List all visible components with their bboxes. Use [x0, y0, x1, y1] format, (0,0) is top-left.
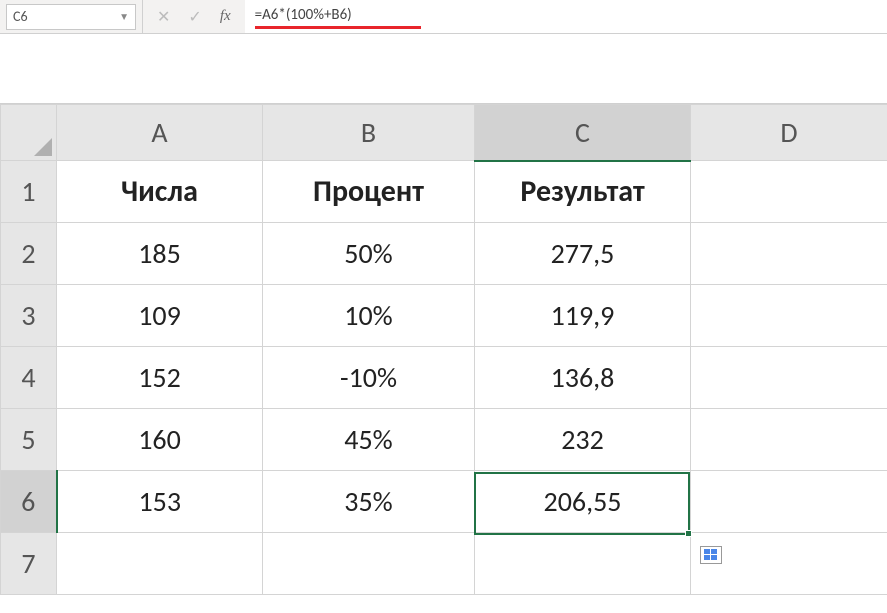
row-header-7[interactable]: 7	[1, 533, 57, 595]
cell-B3[interactable]: 10%	[263, 285, 475, 347]
cell-B2[interactable]: 50%	[263, 223, 475, 285]
row-header-6[interactable]: 6	[1, 471, 57, 533]
row-header-4[interactable]: 4	[1, 347, 57, 409]
formula-controls: ✕ ✓ fx	[142, 0, 245, 33]
cell-B6[interactable]: 35%	[263, 471, 475, 533]
cell-C3[interactable]: 119,9	[475, 285, 691, 347]
cell-C5[interactable]: 232	[475, 409, 691, 471]
formula-bar-expanded-area[interactable]	[0, 34, 887, 104]
cell-A5[interactable]: 160	[57, 409, 263, 471]
cancel-icon[interactable]: ✕	[157, 7, 170, 27]
cell-A3[interactable]: 109	[57, 285, 263, 347]
cell-B1[interactable]: Процент	[263, 161, 475, 223]
cell-C2[interactable]: 277,5	[475, 223, 691, 285]
cell-A2[interactable]: 185	[57, 223, 263, 285]
fx-icon[interactable]: fx	[220, 8, 231, 25]
col-header-D[interactable]: D	[691, 105, 887, 161]
cell-D2[interactable]	[691, 223, 887, 285]
cell-B5[interactable]: 45%	[263, 409, 475, 471]
col-header-A[interactable]: A	[57, 105, 263, 161]
row-header-2[interactable]: 2	[1, 223, 57, 285]
formula-bar: C6 ▼ ✕ ✓ fx =A6*(100%+B6)	[0, 0, 887, 34]
cell-D4[interactable]	[691, 347, 887, 409]
row-header-3[interactable]: 3	[1, 285, 57, 347]
cell-A4[interactable]: 152	[57, 347, 263, 409]
cell-A6[interactable]: 153	[57, 471, 263, 533]
cell-A1[interactable]: Числа	[57, 161, 263, 223]
col-header-B[interactable]: B	[263, 105, 475, 161]
row-header-1[interactable]: 1	[1, 161, 57, 223]
chevron-down-icon[interactable]: ▼	[119, 10, 129, 23]
cell-C6[interactable]: 206,55	[475, 471, 691, 533]
autofill-options-button[interactable]	[700, 546, 722, 564]
grid-table: A B C D 1 Числа Процент Результат 2 185 …	[0, 104, 887, 595]
cell-D6[interactable]	[691, 471, 887, 533]
cell-B4[interactable]: -10%	[263, 347, 475, 409]
name-box-value: C6	[13, 8, 28, 25]
cell-D3[interactable]	[691, 285, 887, 347]
confirm-icon[interactable]: ✓	[188, 7, 201, 27]
cell-C1[interactable]: Результат	[475, 161, 691, 223]
cell-D1[interactable]	[691, 161, 887, 223]
col-header-C[interactable]: C	[475, 105, 691, 161]
formula-text: =A6*(100%+B6)	[255, 6, 352, 24]
row-header-5[interactable]: 5	[1, 409, 57, 471]
spreadsheet-grid: A B C D 1 Числа Процент Результат 2 185 …	[0, 104, 887, 595]
name-box[interactable]: C6 ▼	[6, 4, 136, 30]
cell-C7[interactable]	[475, 533, 691, 595]
select-all-corner[interactable]	[1, 105, 57, 161]
cell-B7[interactable]	[263, 533, 475, 595]
annotation-underline	[255, 26, 421, 29]
cell-D5[interactable]	[691, 409, 887, 471]
formula-input[interactable]: =A6*(100%+B6)	[245, 0, 887, 33]
cell-A7[interactable]	[57, 533, 263, 595]
cell-C4[interactable]: 136,8	[475, 347, 691, 409]
